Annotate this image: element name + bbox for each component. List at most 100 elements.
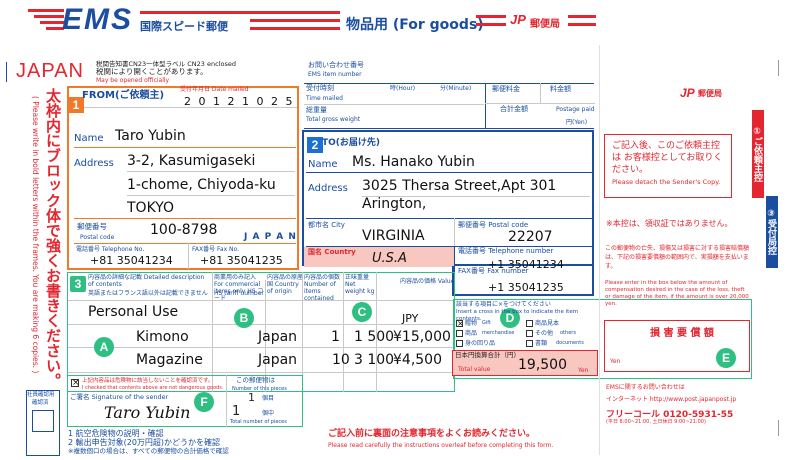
item-desc[interactable]: Kimono: [136, 329, 189, 345]
to-address-line-1[interactable]: 3025 Thersa Street,Apt 301: [362, 178, 556, 194]
marker-c: C: [352, 302, 372, 322]
merch-checkbox[interactable]: [456, 330, 463, 337]
col-divider: [302, 272, 303, 392]
postage-label: 郵便料金: [492, 85, 520, 93]
damage-note-en: Please enter in the box below the amount…: [605, 280, 749, 307]
to-title: TO(お届け先): [322, 138, 381, 148]
date-label: 受付年月日 Date mailed: [180, 86, 249, 93]
total-fee-label: 合計金額: [500, 105, 528, 113]
from-name-line: [74, 147, 296, 148]
inquiry-label: お問い合わせ番号: [308, 61, 364, 69]
item-weight[interactable]: 3 100: [354, 352, 394, 368]
header-stripe: [40, 21, 64, 24]
to-tel-label: 電話番号 Telephone number: [458, 247, 554, 255]
header-line: [476, 15, 506, 18]
to-city[interactable]: VIRGINIA: [362, 228, 425, 244]
item-value[interactable]: ¥15,000: [393, 329, 451, 345]
item-qty[interactable]: 10: [332, 352, 350, 368]
time-label-en: Time mailed: [306, 95, 343, 102]
header-line: [250, 27, 340, 30]
open-note-en: May be opened officially: [96, 77, 170, 84]
from-address-divider: [127, 195, 295, 196]
to-name-label: Name: [308, 159, 338, 170]
tracking-divider: [485, 83, 486, 128]
pieces-label: この郵便物は: [236, 376, 275, 384]
from-address-line-3[interactable]: TOKYO: [127, 200, 174, 216]
header-line: [140, 11, 340, 14]
dangerous-goods-note: 上記内容品は危険物に該当しないことを確認済です。: [82, 378, 214, 384]
from-tel-label: 電話番号 Telephone No.: [76, 246, 145, 253]
sample-label: 商品見本: [535, 320, 560, 327]
piece-number[interactable]: 1: [248, 391, 255, 404]
to-name[interactable]: Ms. Hanako Yubin: [352, 154, 475, 170]
tracking-line: [304, 104, 484, 105]
left-edge-mark: [6, 62, 7, 82]
header-line: [250, 19, 340, 22]
to-country[interactable]: U.S.A: [372, 251, 407, 266]
to-postal-code[interactable]: 22207: [508, 229, 553, 245]
total-pieces[interactable]: 1: [232, 404, 240, 419]
sample-checkbox[interactable]: [526, 320, 533, 327]
office-stamp-box[interactable]: [32, 410, 54, 432]
item-origin[interactable]: Japan: [258, 352, 297, 368]
item-desc[interactable]: Magazine: [136, 352, 203, 368]
yen-label: 円(Yen): [566, 119, 588, 126]
postage-paid-label: Postage paid: [556, 106, 595, 113]
to-fax[interactable]: +1 35041235: [488, 281, 564, 294]
to-address-line-2[interactable]: Arington,: [362, 196, 426, 212]
dangerous-goods-checkbox[interactable]: ×: [71, 379, 80, 388]
detach-note: ご記入後、このご依頼主控は お客様控としてお取りく ださい。: [612, 141, 723, 175]
internet-label: インターネット http://www.post.japanpost.jp: [606, 396, 737, 403]
to-name-line: [306, 172, 592, 173]
personal-checkbox[interactable]: [456, 340, 463, 347]
row-divider: [68, 347, 454, 348]
minute-label: 分(Minute): [440, 85, 472, 92]
others-label-en: others: [560, 330, 576, 336]
total-value[interactable]: 19,500: [518, 357, 567, 373]
col-divider: [343, 272, 344, 392]
bottom-note-2: 2 輸出申告対象(20万円超)かどうかを確認: [68, 438, 221, 447]
office-label: 社員確認用: [27, 392, 55, 398]
weight-label: 総重量: [306, 106, 327, 114]
time-label: 受付時刻: [306, 84, 334, 92]
header-line: [568, 15, 596, 18]
from-address-line-2[interactable]: 1-chome, Chiyoda-ku: [127, 177, 276, 193]
read-notice: ご記入前に裏面の注意事項をよくお読みください。: [328, 429, 536, 439]
to-fax-label: FAX番号 Fax number: [458, 267, 529, 275]
from-postal-divider: [74, 243, 296, 244]
row-divider: [68, 324, 454, 325]
item-qty[interactable]: 1: [331, 329, 340, 345]
hours: (平日 8:00~21:00, 土日休日 9:00~21:00): [606, 419, 706, 425]
tracking-line: [304, 128, 594, 129]
from-title-divider: [84, 107, 297, 108]
to-badge: 2: [307, 137, 323, 153]
from-postal-code[interactable]: 100-8798: [150, 222, 217, 238]
from-tel[interactable]: +81 35041234: [90, 254, 173, 267]
item-weight[interactable]: 1 500: [354, 329, 394, 345]
service-name: 国際スピード郵便: [140, 20, 228, 33]
item-desc[interactable]: Personal Use: [88, 304, 178, 320]
docs-checkbox[interactable]: [526, 340, 533, 347]
from-address-label: Address: [74, 158, 114, 169]
from-address-line-1[interactable]: 3-2, Kasumigaseki: [127, 153, 255, 169]
header-line: [476, 23, 506, 26]
header-line: [568, 23, 596, 26]
signature-label: ご署名 Signature of the sender: [70, 393, 169, 401]
desc-note: 英語またはフランス語以外は記載できません: [88, 290, 208, 297]
damage-note: この郵便物の亡失、損傷又は損害に対する損害賠償額は、下記の損害要償額の範囲内で、…: [605, 245, 750, 270]
item-origin[interactable]: Japan: [258, 329, 297, 345]
read-notice-en: Please read carefully the instructions o…: [328, 442, 554, 449]
from-name[interactable]: Taro Yubin: [115, 128, 186, 144]
hs-header: 商業用のみ記入 For commercial items only HS コード: [214, 274, 264, 302]
gift-checkbox[interactable]: ×: [456, 320, 464, 328]
sender-signature[interactable]: Taro Yubin: [104, 403, 190, 422]
docs-label-en: documents: [556, 340, 584, 346]
others-checkbox[interactable]: [526, 330, 533, 337]
from-fax[interactable]: +81 35041235: [200, 254, 283, 267]
from-tel-fax-divider: [188, 243, 189, 269]
desc-header: 内容品の詳細な記載 Detailed description of conten…: [88, 274, 205, 288]
item-value[interactable]: ¥4,500: [393, 352, 442, 368]
inquiry-label-en: EMS item number: [308, 71, 362, 78]
vertical-instruction-en: ( Please write in bold letters within th…: [31, 96, 40, 374]
piece-unit: 個目: [262, 395, 275, 402]
